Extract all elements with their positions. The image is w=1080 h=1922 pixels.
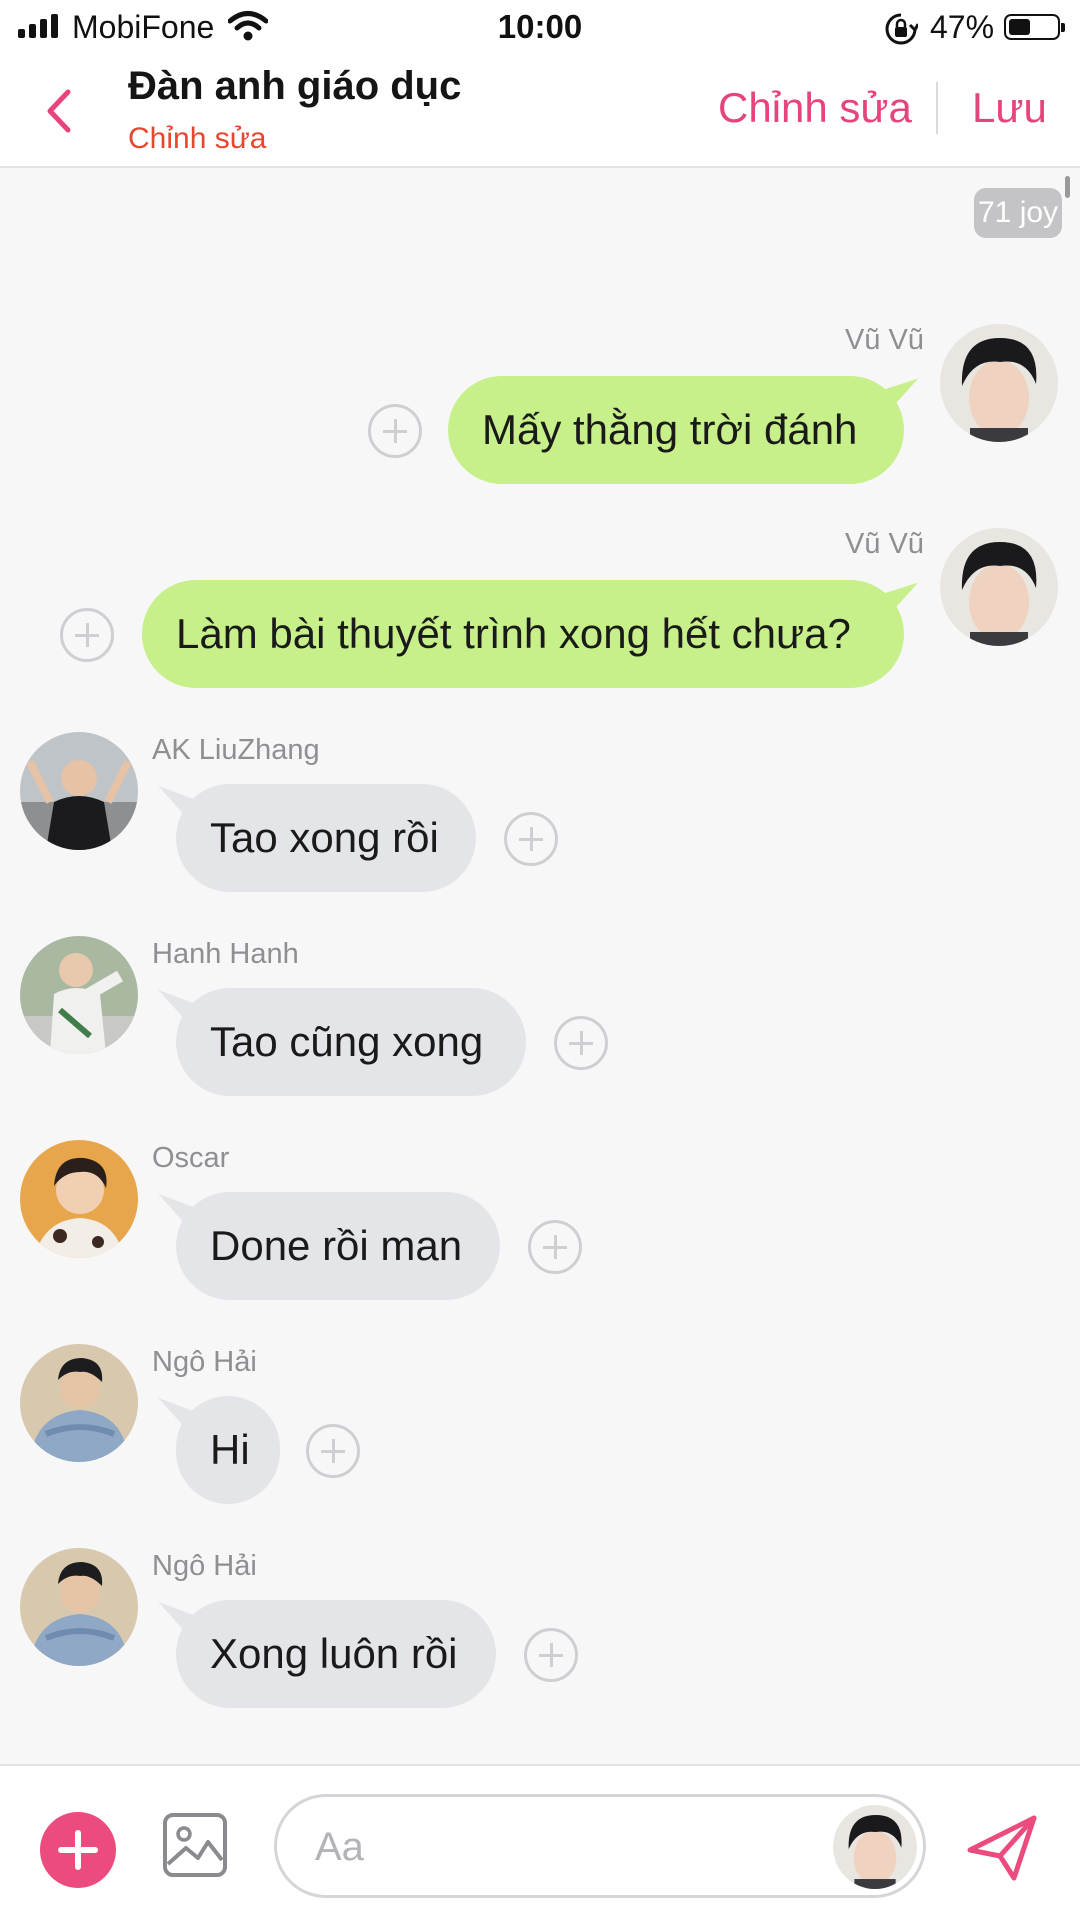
add-reaction-icon[interactable] (554, 1016, 608, 1070)
clock: 10:00 (497, 8, 583, 45)
add-reaction-icon[interactable] (368, 404, 422, 458)
message-bubble[interactable]: Tao xong rồi (176, 784, 476, 892)
back-chevron-icon[interactable] (34, 82, 84, 140)
message-bubble[interactable]: Done rồi man (176, 1192, 500, 1300)
avatar[interactable] (940, 324, 1058, 442)
send-icon[interactable] (964, 1812, 1040, 1884)
avatar[interactable] (940, 528, 1058, 646)
sender-name: Vũ Vũ (845, 324, 924, 356)
sender-avatar[interactable] (833, 1805, 917, 1889)
sender-name: AK LiuZhang (152, 734, 320, 766)
chat-header: Đàn anh giáo dục Chỉnh sửa Chỉnh sửa Lưu (0, 56, 1080, 168)
message-input-field[interactable] (274, 1794, 926, 1898)
status-bar: MobiFone 10:00 47% (0, 0, 1080, 56)
edit-subtitle-link[interactable]: Chỉnh sửa (128, 122, 267, 156)
add-reaction-icon[interactable] (306, 1424, 360, 1478)
rotation-lock-icon (885, 13, 918, 45)
message-bubble[interactable]: Tao cũng xong (176, 988, 526, 1096)
add-button[interactable] (40, 1812, 116, 1888)
sender-name: Vũ Vũ (845, 528, 924, 560)
add-reaction-icon[interactable] (60, 608, 114, 662)
sender-name: Oscar (152, 1142, 230, 1174)
avatar[interactable] (20, 1344, 138, 1462)
battery-icon (1004, 14, 1065, 40)
sender-name: Ngô Hải (152, 1346, 257, 1378)
save-button[interactable]: Lưu (972, 84, 1047, 132)
message-bubble[interactable]: Hi (176, 1396, 280, 1504)
composer-bar (0, 1764, 1080, 1922)
add-reaction-icon[interactable] (504, 812, 558, 866)
image-icon[interactable] (162, 1812, 228, 1878)
avatar[interactable] (20, 1548, 138, 1666)
avatar[interactable] (20, 1140, 138, 1258)
message-input[interactable] (313, 1815, 797, 1879)
avatar[interactable] (20, 936, 138, 1054)
message-bubble[interactable]: Mấy thằng trời đánh (448, 376, 904, 484)
message-bubble[interactable]: Làm bài thuyết trình xong hết chưa? (142, 580, 904, 688)
conversation-title: Đàn anh giáo dục (128, 64, 462, 108)
add-reaction-icon[interactable] (524, 1628, 578, 1682)
add-reaction-icon[interactable] (528, 1220, 582, 1274)
count-badge: 71 joy (974, 188, 1063, 238)
header-divider (936, 82, 938, 134)
message-bubble[interactable]: Xong luôn rồi (176, 1600, 496, 1708)
message-list[interactable]: 71 joy Vũ Vũ Mấy thằng trời đánh Vũ Vũ L… (0, 168, 1080, 1766)
sender-name: Hanh Hanh (152, 938, 299, 970)
sender-name: Ngô Hải (152, 1550, 257, 1582)
battery-percentage: 47% (930, 9, 995, 45)
edit-button[interactable]: Chỉnh sửa (718, 84, 912, 132)
scrollbar[interactable] (1065, 176, 1070, 198)
avatar[interactable] (20, 732, 138, 850)
